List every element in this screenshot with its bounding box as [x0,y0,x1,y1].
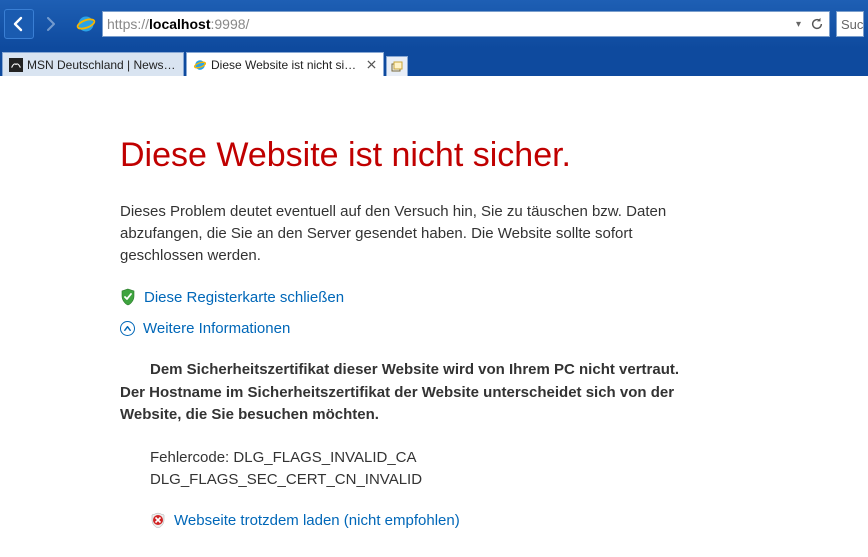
error-code-1: DLG_FLAGS_INVALID_CA [233,449,416,466]
error-page: Diese Website ist nicht sicher. Dieses P… [0,76,720,529]
tab-certificate-error[interactable]: Diese Website ist nicht sicher. [186,52,384,76]
shield-check-icon [120,288,136,306]
tab-label: Diese Website ist nicht sicher. [211,58,361,72]
tab-label: MSN Deutschland | News, Wet... [27,58,177,72]
url-rest: :9998/ [211,16,250,32]
forward-button[interactable] [36,9,66,39]
close-tab-link[interactable]: Diese Registerkarte schließen [144,289,344,306]
proceed-row: Webseite trotzdem laden (nicht empfohlen… [120,512,720,529]
detail-line-1: Dem Sicherheitszertifikat dieser Website… [150,359,720,382]
error-codes: Fehlercode: DLG_FLAGS_INVALID_CA DLG_FLA… [120,447,720,492]
search-placeholder: Such [841,17,864,32]
browser-toolbar: https://localhost:9998/ ▾ Such [0,0,868,48]
detail-line-2: Der Hostname im Sicherheitszertifikat de… [120,382,720,427]
error-description: Dieses Problem deutet eventuell auf den … [120,201,720,266]
tab-msn[interactable]: MSN Deutschland | News, Wet... [2,52,184,76]
proceed-link[interactable]: Webseite trotzdem laden (nicht empfohlen… [174,512,460,529]
tab-strip: MSN Deutschland | News, Wet... Diese Web… [0,48,868,76]
certificate-details: Dem Sicherheitszertifikat dieser Website… [120,359,720,427]
search-box[interactable]: Such [836,11,864,37]
new-tab-button[interactable] [386,56,408,76]
url-protocol: https:// [107,16,149,32]
error-code-label: Fehlercode: [150,449,233,466]
collapse-toggle[interactable] [120,321,135,336]
arrow-right-icon [43,16,59,32]
more-info-link[interactable]: Weitere Informationen [143,320,290,337]
refresh-icon [810,17,824,31]
new-tab-icon [391,61,403,73]
arrow-left-icon [10,15,28,33]
address-bar[interactable]: https://localhost:9998/ ▾ [102,11,830,37]
page-title: Diese Website ist nicht sicher. [120,136,720,175]
shield-error-icon [150,512,166,528]
tab-close-button[interactable] [365,59,377,71]
close-tab-row: Diese Registerkarte schließen [120,288,720,306]
chevron-up-icon [123,324,132,333]
close-icon [367,60,376,69]
back-button[interactable] [4,9,34,39]
refresh-button[interactable] [809,16,825,32]
ie-favicon-icon [193,58,207,72]
ie-logo-icon [76,14,96,34]
msn-favicon-icon [9,58,23,72]
url-host: localhost [149,16,210,32]
address-dropdown-icon[interactable]: ▾ [796,19,801,30]
error-code-2: DLG_FLAGS_SEC_CERT_CN_INVALID [150,469,720,492]
more-info-row: Weitere Informationen [120,320,720,337]
